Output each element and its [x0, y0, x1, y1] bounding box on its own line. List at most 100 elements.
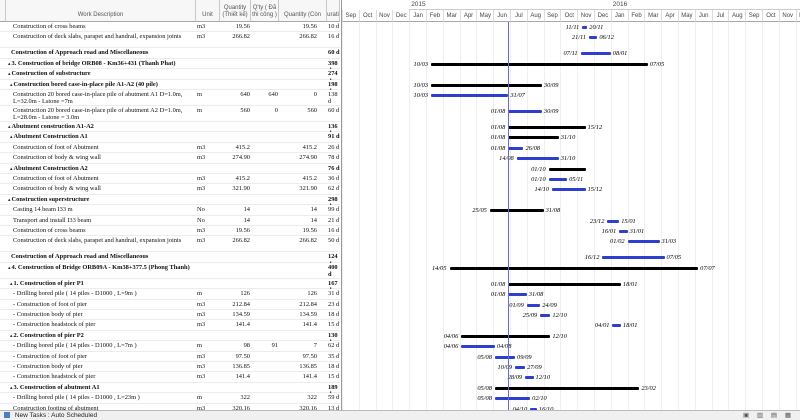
new-task-mode-label[interactable]: New Tasks : Auto Scheduled — [15, 412, 97, 419]
summary-bar[interactable] — [489, 209, 544, 213]
bar-start-date: 01/08 — [490, 280, 506, 288]
new-task-mode-icon[interactable] — [4, 412, 10, 418]
task-row[interactable]: Casting 14 beam I33 m No 14 14 99 d — [0, 205, 340, 216]
task-row[interactable]: Construction 20 bored case-in-place pile… — [0, 106, 340, 122]
task-bar[interactable] — [508, 146, 524, 150]
task-row[interactable]: - Construction body of pier m3 134.59 134.5… — [0, 310, 340, 321]
quantity-remaining — [280, 195, 317, 205]
summary-bar[interactable] — [494, 386, 640, 390]
task-row[interactable]: Construction of cross beams m3 19.56 19.56 1… — [0, 22, 340, 33]
task-bar[interactable] — [508, 110, 542, 113]
task-bar[interactable] — [619, 230, 628, 233]
summary-task-row[interactable]: Construction of Approach road and Miscel… — [0, 252, 340, 263]
task-row[interactable]: Construction of foot of Abutment m3 415.2 4… — [0, 174, 340, 185]
summary-task-row[interactable]: ▴Abutment construction A1-A2 136 d — [0, 122, 340, 133]
task-bar[interactable] — [525, 376, 534, 380]
task-row[interactable]: - Construction of foot of pier m3 212.84 21… — [0, 300, 340, 310]
task-bar[interactable] — [607, 219, 620, 223]
task-bar[interactable] — [588, 36, 598, 40]
task-bar[interactable] — [526, 303, 541, 307]
summary-task-row[interactable]: ▴4. Construction of Bridge ORB09A - Km38… — [0, 263, 340, 279]
summary-task-row[interactable]: Construction of Approach road and Miscel… — [0, 48, 340, 59]
task-duration: 138 d — [328, 91, 338, 106]
task-bar[interactable] — [612, 324, 621, 328]
task-row[interactable]: Construction of cross beams m3 19.56 19.56 1… — [0, 226, 340, 237]
summary-task-row[interactable]: ▴Abutment Construction A2 76 d — [0, 164, 340, 174]
collapse-toggle-icon[interactable]: ▴ — [10, 135, 13, 140]
task-row[interactable]: - Drilling bored pile ( 14 piles - D1000… — [0, 341, 340, 352]
collapse-toggle-icon[interactable]: ▴ — [10, 83, 13, 88]
task-bar[interactable] — [516, 157, 559, 161]
duration-header[interactable]: urati — [327, 0, 340, 22]
collapse-toggle-icon[interactable]: ▴ — [10, 167, 13, 172]
task-row[interactable]: Construction of foot of Abutment m3 415.2 4… — [0, 143, 340, 154]
summary-bar[interactable] — [461, 334, 551, 338]
task-row[interactable]: Construction of body & wing wall m3 274.90… — [0, 153, 340, 164]
row-indicator — [0, 216, 6, 226]
bar-start-date: 04/06 — [443, 343, 459, 351]
summary-task-row[interactable]: ▴Construction superstructure 298 d — [0, 195, 340, 206]
task-bar[interactable] — [461, 345, 495, 349]
timescale-year: 2015 — [409, 0, 611, 10]
task-row[interactable]: Construction of deck slabs, parapet and … — [0, 236, 340, 253]
task-bar[interactable] — [552, 188, 586, 192]
task-bar[interactable] — [431, 94, 509, 97]
summary-task-row[interactable]: ▴1. Construction of pier P1 167 d — [0, 279, 340, 290]
summary-bar[interactable] — [431, 83, 542, 87]
task-bar[interactable] — [540, 314, 551, 317]
task-bar[interactable] — [515, 366, 526, 369]
task-bar[interactable] — [582, 26, 588, 29]
task-bar[interactable] — [548, 178, 568, 181]
summary-task-row[interactable]: ▴3. Construction of abutment A1 189 d — [0, 383, 340, 394]
task-row[interactable]: - Construction body of pier m3 136.85 136.8… — [0, 362, 340, 373]
task-row[interactable]: - Drilling bored pile ( 14 piles - D1000… — [0, 393, 340, 404]
work-description-header[interactable]: Work Description — [6, 0, 196, 22]
summary-bar[interactable] — [508, 126, 586, 129]
summary-task-row[interactable]: ▴2. Construction of pier P2 130 d — [0, 331, 340, 342]
quantity-constructed-header[interactable]: Q'ty ( Đã thi công ) — [251, 0, 279, 22]
summary-task-row[interactable]: ▴3. Construction of bridge ORB08 - Km36+… — [0, 59, 340, 70]
task-bar[interactable] — [602, 256, 665, 260]
task-row[interactable]: Construction 20 bored case-in-place pile… — [0, 90, 340, 106]
summary-bar[interactable] — [548, 167, 586, 171]
task-row[interactable]: - Construction headstock of pier m3 141.4 1… — [0, 320, 340, 331]
task-row[interactable]: Transport and install I33 beam No 14 14 21 d — [0, 216, 340, 226]
task-bar[interactable] — [508, 293, 527, 297]
task-bar[interactable] — [627, 240, 660, 244]
task-name-text: Construction of body & wing wall — [13, 154, 101, 162]
collapse-toggle-icon[interactable]: ▴ — [8, 266, 11, 271]
task-row[interactable]: - Construction headstock of pier m3 141.4 1… — [0, 372, 340, 383]
row-indicator — [0, 236, 6, 252]
collapse-toggle-icon[interactable]: ▴ — [10, 334, 13, 339]
summary-bar[interactable] — [508, 136, 559, 140]
gantt-chart[interactable]: 2015 2016 Sep Oct Nov Dec Jan Feb Mar Apr May Jun Ju… — [341, 0, 800, 410]
task-row[interactable]: Construction of body & wing wall m3 321.90… — [0, 184, 340, 195]
quantity-remaining-header[interactable]: Quantity (Còn — [279, 0, 327, 22]
collapse-toggle-icon[interactable]: ▴ — [8, 62, 11, 67]
unit-header[interactable]: Unit — [196, 0, 220, 22]
quantity-design: 136.85 — [232, 363, 250, 370]
task-bar[interactable] — [494, 397, 531, 401]
summary-bar[interactable] — [449, 266, 699, 270]
collapse-toggle-icon[interactable]: ▴ — [10, 282, 13, 287]
summary-bar[interactable] — [508, 282, 621, 286]
task-row[interactable]: Construction of deck slabs, parapet and … — [0, 32, 340, 49]
bar-start-date: 01/08 — [490, 291, 506, 299]
bar-start-date: 16/01 — [601, 228, 617, 235]
quantity-design-header[interactable]: Quantity (Thiết kế) — [220, 0, 251, 22]
summary-task-row[interactable]: ▴Construction of substructure 274 d — [0, 69, 340, 80]
collapse-toggle-icon[interactable]: ▴ — [8, 125, 11, 130]
task-bar[interactable] — [494, 355, 516, 359]
task-row[interactable]: - Construction of foot of pier m3 97.50 97.… — [0, 352, 340, 362]
summary-task-row[interactable]: ▴Abutment Construction A1 91 d — [0, 132, 340, 143]
task-row[interactable]: - Drilling bored pile ( 14 piles - D1000… — [0, 289, 340, 300]
summary-task-row[interactable]: ▴Construction bored case-in-place pile A… — [0, 80, 340, 90]
summary-bar[interactable] — [431, 62, 648, 66]
collapse-toggle-icon[interactable]: ▴ — [8, 72, 11, 77]
collapse-toggle-icon[interactable]: ▴ — [8, 198, 11, 203]
bar-finish-date: 31/10 — [560, 134, 576, 142]
collapse-toggle-icon[interactable]: ▴ — [10, 386, 13, 391]
task-duration: 124 d — [328, 253, 338, 262]
task-bar[interactable] — [580, 52, 611, 56]
view-shortcuts[interactable]: ▣ ▥ ▤ ▦ — [743, 411, 794, 420]
